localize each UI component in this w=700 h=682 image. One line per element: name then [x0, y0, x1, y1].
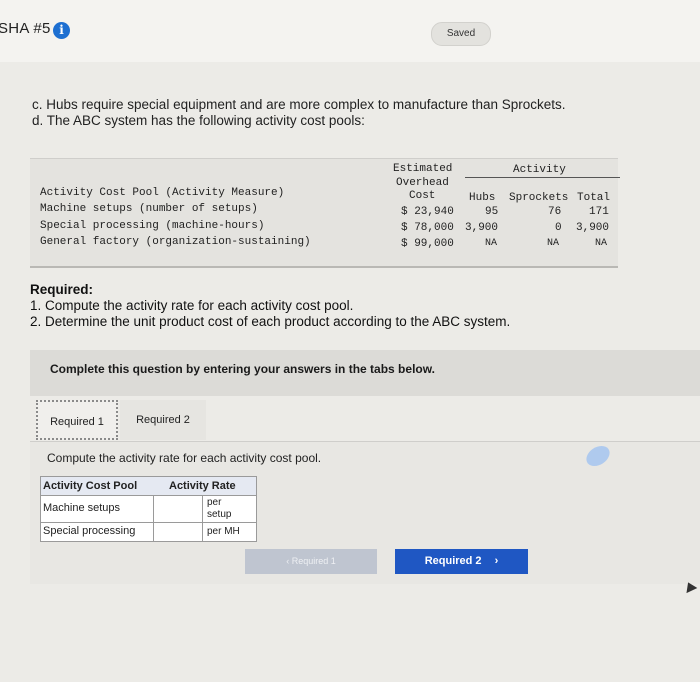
assignment-title: SHA #5	[0, 20, 51, 37]
intro-line-d: d. The ABC system has the following acti…	[32, 113, 365, 128]
unit-label: setup	[207, 509, 232, 520]
required-item-2: 2. Determine the unit product cost of ea…	[30, 314, 511, 329]
intro-line-c: c. Hubs require special equipment and ar…	[32, 97, 566, 112]
overhead-header: Overhead	[396, 177, 449, 189]
prev-required-1-button[interactable]: ‹ Required 1	[245, 549, 377, 574]
activity-underline	[465, 177, 620, 178]
estimated-header: Estimated	[393, 163, 453, 175]
pool-row-3: General factory (organization-sustaining…	[40, 236, 311, 248]
top-bar	[0, 0, 700, 62]
next-required-2-button[interactable]: Required 2 ›	[395, 549, 528, 574]
sprockets-row-1: 76	[548, 206, 562, 218]
unit-label: per MH	[207, 526, 240, 537]
cost-row-3: $ 99,000	[401, 238, 454, 250]
hubs-row-3: NA	[485, 238, 498, 249]
machine-setups-rate-input[interactable]	[153, 496, 203, 522]
instructions-banner: Complete this question by entering your …	[30, 350, 700, 396]
chevron-right-icon: ›	[494, 555, 499, 567]
panel-instruction: Compute the activity rate for each activ…	[47, 451, 322, 465]
total-header: Total	[577, 192, 611, 204]
required-item-1: 1. Compute the activity rate for each ac…	[30, 298, 354, 313]
next-label: Required 2	[424, 555, 482, 567]
total-row-2: 3,900	[576, 222, 610, 234]
banner-text: Complete this question by entering your …	[50, 362, 435, 376]
pool-column-header: Activity Cost Pool	[43, 480, 138, 492]
tab-required-2[interactable]: Required 2	[120, 400, 206, 440]
total-row-3: NA	[595, 238, 608, 249]
required-section: Required: 1. Compute the activity rate f…	[30, 282, 510, 330]
hubs-row-2: 3,900	[465, 222, 499, 234]
answer-pool-label: Special processing	[43, 525, 136, 537]
special-processing-rate-input[interactable]	[153, 523, 203, 541]
activity-rate-table: Activity Cost Pool Activity Rate Machine…	[40, 476, 257, 542]
pool-header: Activity Cost Pool (Activity Measure)	[40, 187, 285, 199]
total-row-1: 171	[589, 206, 609, 218]
pool-row-1: Machine setups (number of setups)	[40, 203, 258, 215]
hubs-header: Hubs	[469, 192, 496, 204]
sprockets-row-2: 0	[555, 222, 562, 234]
cost-row-2: $ 78,000	[401, 222, 454, 234]
pool-row-2: Special processing (machine-hours)	[40, 220, 265, 232]
unit-label: per	[207, 497, 222, 508]
saved-status-badge: Saved	[431, 22, 491, 46]
intro-text: c. Hubs require special equipment and ar…	[32, 97, 566, 129]
chevron-left-icon: ‹	[286, 556, 290, 566]
hubs-row-1: 95	[485, 206, 499, 218]
sprockets-header: Sprockets	[509, 192, 569, 204]
answer-header-row: Activity Cost Pool Activity Rate	[41, 477, 256, 495]
info-icon[interactable]: i	[53, 22, 70, 39]
cost-row-1: $ 23,940	[401, 206, 454, 218]
cost-header: Cost	[409, 190, 436, 202]
sprockets-row-3: NA	[547, 238, 560, 249]
answer-pool-label: Machine setups	[43, 502, 121, 514]
answer-row-special-processing: Special processing per MH	[41, 522, 256, 541]
activity-header: Activity	[513, 164, 566, 176]
required-heading: Required:	[30, 282, 94, 297]
prev-label: Required 1	[291, 556, 336, 566]
answer-row-machine-setups: Machine setups per setup	[41, 495, 256, 522]
tab-required-1[interactable]: Required 1	[36, 400, 118, 440]
rate-column-header: Activity Rate	[169, 480, 236, 492]
